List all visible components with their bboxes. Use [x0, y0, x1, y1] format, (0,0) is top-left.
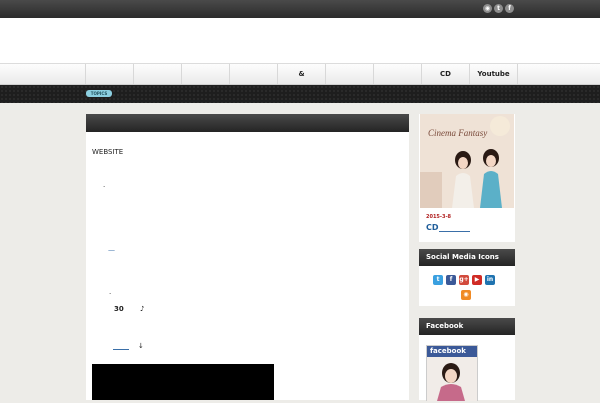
facebook-page-box[interactable]: facebook	[426, 345, 478, 401]
text-fragment: ·	[109, 290, 112, 298]
album-cover-art: Cinema Fantasy	[420, 114, 514, 208]
youtube-icon[interactable]: ▶	[472, 275, 482, 285]
social-media-widget-title: Social Media Icons	[419, 249, 515, 266]
linkedin-icon[interactable]: in	[485, 275, 495, 285]
nav-item-2[interactable]	[133, 64, 181, 84]
facebook-icon[interactable]: f	[505, 4, 514, 13]
cd-promo[interactable]: Cinema Fantasy 2015-3-8 CD	[419, 114, 515, 242]
promo-title-link[interactable]: CD	[426, 223, 439, 232]
topics-strip: TOPICS	[0, 85, 600, 103]
embedded-video[interactable]	[92, 364, 274, 400]
nav-item-4[interactable]	[229, 64, 277, 84]
site-header	[0, 18, 600, 63]
promo-date: 2015-3-8	[426, 214, 452, 220]
content-link[interactable]	[113, 349, 129, 350]
facebook-icon[interactable]: f	[446, 275, 456, 285]
facebook-widget: facebook	[419, 335, 515, 401]
promo-link-underline[interactable]	[439, 231, 470, 232]
facebook-box-label: facebook	[427, 346, 477, 357]
top-social-icons: ◉ t f	[483, 4, 514, 13]
topics-badge: TOPICS	[86, 90, 112, 97]
nav-item-7[interactable]	[373, 64, 421, 84]
twitter-icon[interactable]: t	[433, 275, 443, 285]
down-arrow-icon: ↓	[138, 342, 144, 350]
nav-item-1[interactable]	[85, 64, 133, 84]
facebook-profile-photo	[427, 357, 477, 401]
social-media-widget: t f g+ ▶ in ◉	[419, 266, 515, 306]
top-bar: ◉ t f	[0, 0, 600, 18]
facebook-widget-title: Facebook	[419, 318, 515, 335]
nav-item-youtube[interactable]: Youtube	[469, 64, 518, 84]
twitter-icon[interactable]: t	[494, 4, 503, 13]
google-plus-icon[interactable]: g+	[459, 275, 469, 285]
nav-item-3[interactable]	[181, 64, 229, 84]
text-fragment: ·	[103, 183, 106, 191]
link-fragment[interactable]: —	[108, 246, 115, 254]
main-content: WEBSITE · — · 30 ♪ ↓	[86, 114, 409, 400]
rss-icon[interactable]: ◉	[483, 4, 492, 13]
rss-icon[interactable]: ◉	[461, 290, 471, 300]
main-nav: & CD Youtube	[0, 63, 600, 85]
album-title-text: Cinema Fantasy	[428, 128, 487, 138]
album-cover-image[interactable]: Cinema Fantasy	[420, 114, 514, 208]
main-title-bar	[86, 114, 409, 132]
nav-item-6[interactable]	[325, 64, 373, 84]
music-note-icon: ♪	[140, 305, 145, 313]
nav-item-cd[interactable]: CD	[421, 64, 469, 84]
website-label: WEBSITE	[92, 148, 124, 156]
number-text: 30	[114, 305, 124, 313]
nav-item-5[interactable]: &	[277, 64, 325, 84]
